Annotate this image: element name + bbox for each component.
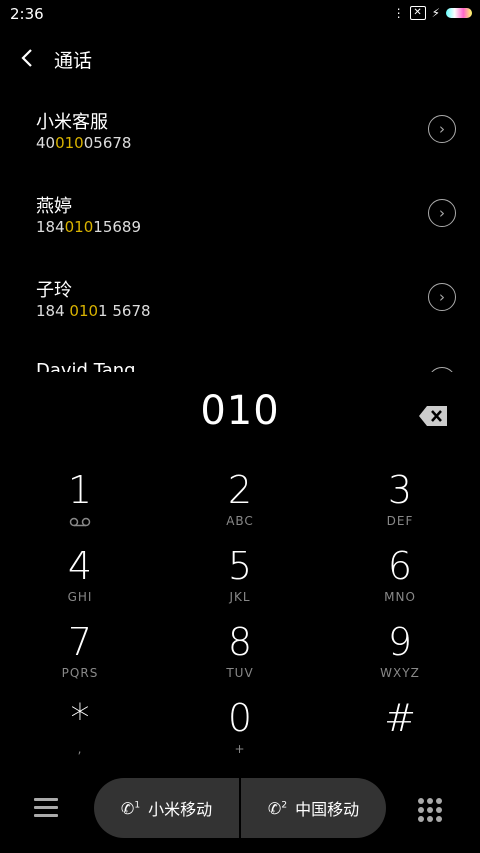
menu-icon[interactable] [34,798,58,818]
status-time: 2:36 [10,5,44,23]
contact-number: 18401015689 [36,218,141,236]
no-sim-icon: ✕ [409,6,426,20]
sim2-label: 中国移动 [295,800,360,819]
dial-input-row: 010 [0,388,480,446]
key-star[interactable]: * , [0,696,160,772]
voicemail-icon [69,517,91,527]
contact-item[interactable]: 子玲 184 0101 5678 › [0,258,480,342]
contact-name: 燕婷 [36,196,72,217]
key-hash[interactable]: # [320,696,480,772]
header: 通话 [0,40,480,76]
contact-number: 184 0101 5678 [36,302,151,320]
contact-item[interactable]: 小米客服 4001005678 › [0,90,480,174]
contact-name: 小米客服 [36,112,108,133]
phone-sim1-icon: ✆1 [120,798,141,818]
contact-number: 4001005678 [36,134,132,152]
contact-name: 子玲 [36,280,72,301]
dial-input[interactable]: 010 [0,388,480,434]
bottom-bar: ✆1 小米移动 ✆2 中国移动 [0,778,480,840]
key-4[interactable]: 4 GHI [0,544,160,620]
chevron-right-icon[interactable]: › [428,283,456,311]
key-2[interactable]: 2 ABC [160,468,320,544]
key-7[interactable]: 7 PQRS [0,620,160,696]
key-0[interactable]: 0 + [160,696,320,772]
dialpad-icon[interactable] [418,798,442,822]
chevron-right-icon[interactable]: › [428,367,456,372]
contact-item[interactable]: David Tang › [0,342,480,372]
phone-sim2-icon: ✆2 [267,798,288,818]
battery-icon [446,8,472,18]
contact-item[interactable]: 燕婷 18401015689 › [0,174,480,258]
back-arrow-icon[interactable] [18,44,38,72]
key-8[interactable]: 8 TUV [160,620,320,696]
chevron-right-icon[interactable]: › [428,115,456,143]
sim-call-buttons: ✆1 小米移动 ✆2 中国移动 [94,778,386,838]
backspace-icon[interactable] [418,405,448,427]
key-9[interactable]: 9 WXYZ [320,620,480,696]
key-5[interactable]: 5 JKL [160,544,320,620]
page-title: 通话 [54,50,93,72]
chevron-right-icon[interactable]: › [428,199,456,227]
call-sim2-button[interactable]: ✆2 中国移动 [241,778,386,838]
more-dots-icon: ⋮ [392,6,405,20]
contact-list[interactable]: 小米客服 4001005678 › 燕婷 18401015689 › 子玲 18… [0,90,480,372]
charging-icon: ⚡ [431,6,440,20]
key-6[interactable]: 6 MNO [320,544,480,620]
key-1[interactable]: 1 [0,468,160,544]
status-icons: ⋮ ✕ ⚡ [392,6,472,20]
status-bar: 2:36 ⋮ ✕ ⚡ [0,0,480,28]
contact-name: David Tang [36,360,136,372]
call-sim1-button[interactable]: ✆1 小米移动 [94,778,239,838]
sim1-label: 小米移动 [148,800,213,819]
key-3[interactable]: 3 DEF [320,468,480,544]
